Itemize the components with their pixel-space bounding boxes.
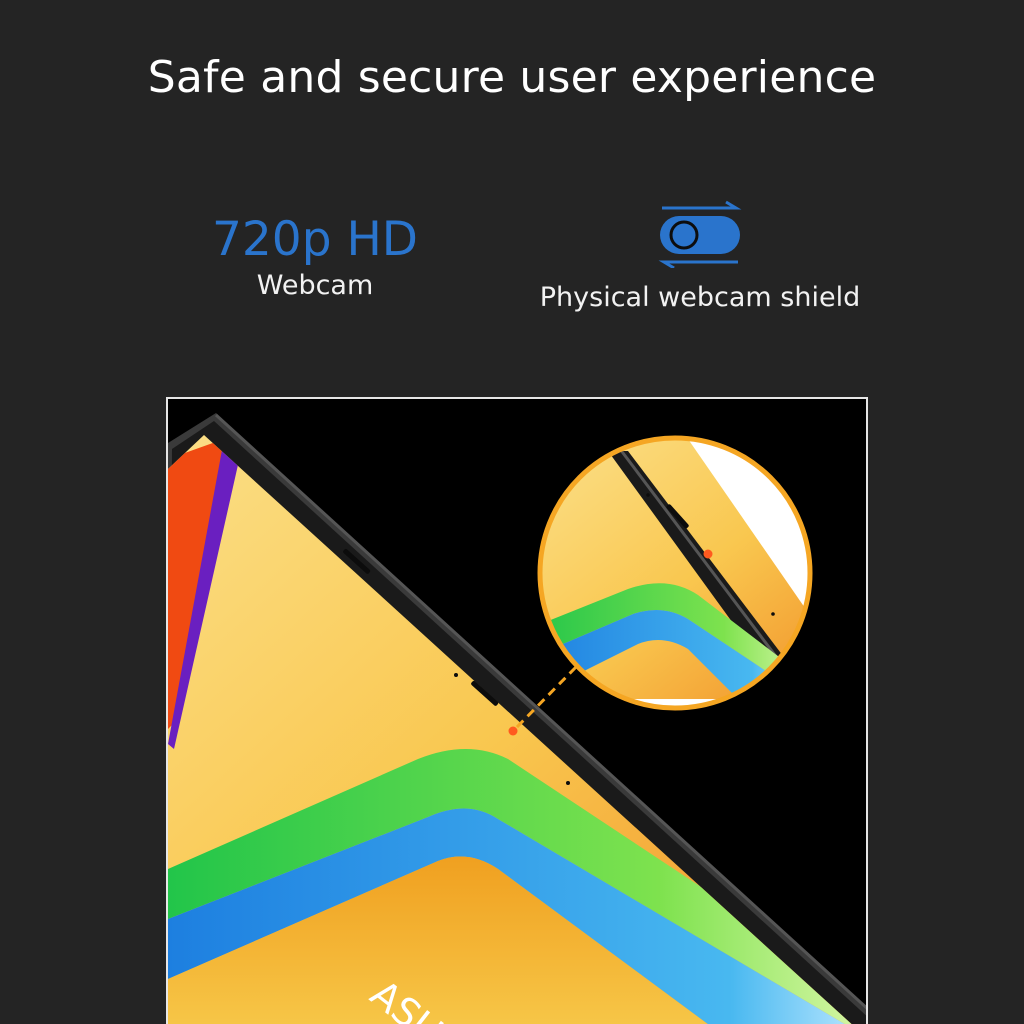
webcam-shield-toggle-icon — [658, 200, 742, 268]
laptop-illustration: ASU — [168, 413, 866, 1024]
resolution-value: 720p HD — [211, 212, 418, 267]
webcam-lens — [508, 726, 518, 736]
page-title: Safe and secure user experience — [147, 52, 877, 103]
feature-resolution: 720p HD Webcam — [190, 210, 440, 304]
resolution-label: Webcam — [256, 270, 374, 301]
feature-webcam-shield: Physical webcam shield — [520, 200, 880, 316]
webcam-zoom-callout — [537, 435, 813, 711]
page: Safe and secure user experience 720p HD … — [0, 0, 1024, 1024]
product-photo: ASU — [166, 397, 868, 1024]
webcam-shield-label: Physical webcam shield — [539, 282, 861, 313]
